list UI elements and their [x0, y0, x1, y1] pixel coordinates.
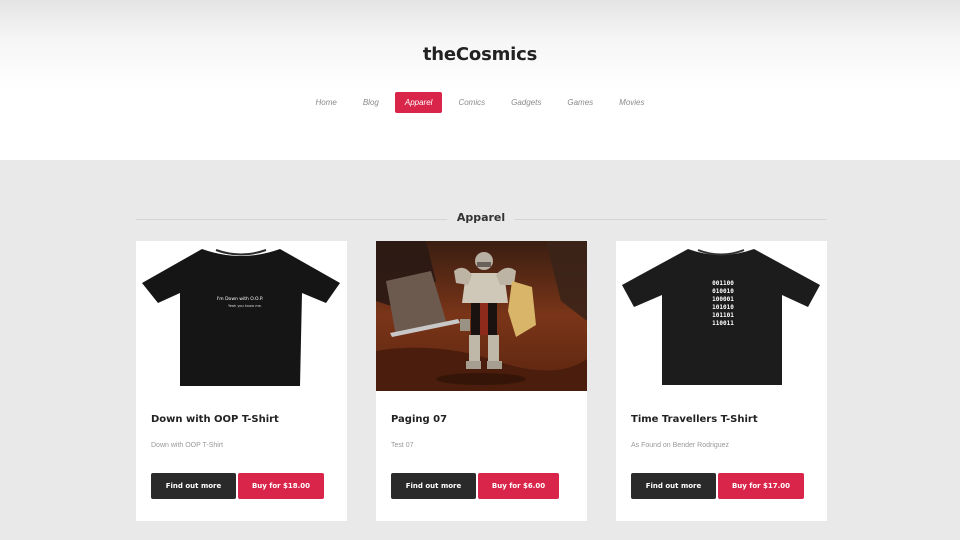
knight-game-image [376, 241, 587, 391]
binary-row: 010010 [712, 288, 734, 295]
nav-item-blog[interactable]: Blog [353, 92, 389, 113]
binary-tshirt-image: 001100 010010 100001 101010 101101 11001… [616, 241, 827, 391]
product-title[interactable]: Time Travellers T-Shirt [631, 414, 758, 425]
shirt-print-line2: Yeah you know me. [228, 304, 262, 308]
product-description: Test 07 [391, 442, 414, 449]
product-card: I'm Down with O.O.P. Yeah you know me. D… [136, 241, 347, 521]
find-out-more-button[interactable]: Find out more [151, 473, 236, 499]
tshirt-image: I'm Down with O.O.P. Yeah you know me. [136, 241, 347, 391]
buy-button[interactable]: Buy for $17.00 [718, 473, 804, 499]
product-card: Paging 07 Test 07 Find out more Buy for … [376, 241, 587, 521]
product-description: As Found on Bender Rodriguez [631, 442, 730, 449]
binary-row: 110011 [712, 320, 734, 327]
binary-row: 100001 [712, 296, 734, 303]
section-title: Apparel [446, 211, 516, 224]
find-out-more-button[interactable]: Find out more [391, 473, 476, 499]
buy-button[interactable]: Buy for $18.00 [238, 473, 324, 499]
product-image[interactable] [376, 241, 587, 391]
binary-row: 101101 [712, 312, 734, 319]
product-image[interactable]: 001100 010010 100001 101010 101101 11001… [616, 241, 827, 391]
section-header: Apparel [136, 211, 826, 227]
product-description: Down with OOP T-Shirt [151, 442, 224, 449]
product-title[interactable]: Down with OOP T-Shirt [151, 414, 279, 425]
nav-item-gadgets[interactable]: Gadgets [501, 92, 551, 113]
shirt-print-line1: I'm Down with O.O.P. [217, 296, 264, 302]
nav-item-home[interactable]: Home [306, 92, 347, 113]
buy-button[interactable]: Buy for $6.00 [478, 473, 559, 499]
nav-item-apparel[interactable]: Apparel [394, 92, 443, 113]
product-card: 001100 010010 100001 101010 101101 11001… [616, 241, 827, 521]
binary-row: 101010 [712, 304, 734, 311]
main-nav: Home Blog Apparel Comics Gadgets Games M… [0, 92, 960, 113]
site-brand[interactable]: theCosmics [0, 44, 960, 65]
product-image[interactable]: I'm Down with O.O.P. Yeah you know me. [136, 241, 347, 391]
site-header: theCosmics Home Blog Apparel Comics Gadg… [0, 0, 960, 160]
product-title[interactable]: Paging 07 [391, 414, 447, 425]
nav-item-movies[interactable]: Movies [609, 92, 654, 113]
find-out-more-button[interactable]: Find out more [631, 473, 716, 499]
binary-row: 001100 [712, 280, 734, 287]
nav-item-games[interactable]: Games [557, 92, 603, 113]
nav-item-comics[interactable]: Comics [448, 92, 495, 113]
